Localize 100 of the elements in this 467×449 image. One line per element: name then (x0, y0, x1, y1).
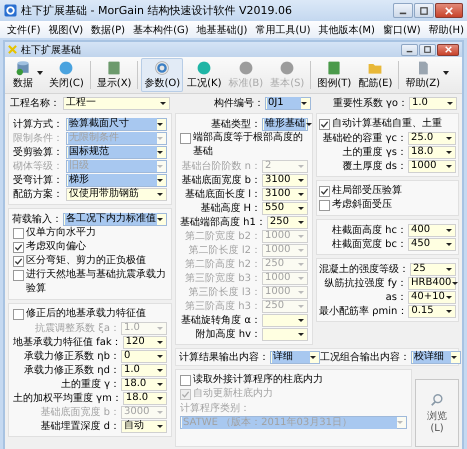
checkbox[interactable] (180, 133, 191, 144)
toolbar-button[interactable]: 图例(T) (314, 58, 354, 92)
checkbox[interactable] (319, 200, 330, 211)
close-button[interactable] (437, 44, 459, 56)
caret-icon (446, 296, 452, 298)
dropdown[interactable]: 120 (122, 336, 167, 348)
dropdown[interactable]: 1000 (408, 160, 456, 172)
dropdown[interactable]: 1.0 (409, 96, 457, 110)
caret-icon (157, 192, 163, 196)
app-icon (4, 4, 17, 17)
field-label: 第二阶长度 l2： (188, 244, 261, 257)
checkbox[interactable] (319, 119, 330, 130)
dot-icon (278, 60, 296, 76)
checkbox[interactable] (13, 228, 24, 239)
dropdown[interactable]: 450 (408, 238, 456, 250)
dropdown[interactable]: 1.0 (121, 364, 167, 376)
menu-item[interactable]: 文件(F) (3, 22, 45, 36)
menu-item[interactable]: 常用工具(U) (251, 22, 315, 36)
dropdown[interactable]: 550 (262, 202, 308, 214)
dropdown[interactable]: 25 (410, 262, 456, 276)
caret-icon (397, 421, 403, 424)
field-label: 受剪验算： (13, 146, 64, 159)
checkbox[interactable] (180, 375, 191, 386)
dropdown[interactable]: 3100 (262, 188, 308, 200)
close-button[interactable] (435, 3, 463, 18)
checkbox[interactable] (13, 309, 24, 320)
child-window-title: 柱下扩展基础 (21, 44, 82, 56)
dropdown[interactable]: 各工况下内力标准值 (63, 212, 167, 226)
dropdown[interactable]: 自动 (121, 420, 167, 432)
caret-icon (447, 102, 453, 104)
field-label: 纵筋抗拉强度 fy： (324, 276, 407, 290)
dropdown[interactable]: 40+10 (408, 290, 456, 304)
minimize-button[interactable] (393, 3, 413, 18)
dropdown[interactable]: 18.0 (121, 378, 167, 390)
caret-icon (157, 164, 163, 168)
caret-icon (157, 382, 163, 386)
dropdown[interactable]: 400 (408, 224, 456, 236)
dropdown[interactable]: 250 (266, 216, 308, 228)
caret-icon (298, 304, 304, 308)
menu-item[interactable]: 窗口(W) (378, 22, 425, 36)
caret-icon (306, 122, 312, 126)
dropdown[interactable]: 工程一 (63, 96, 170, 110)
search-icon (430, 392, 444, 406)
toolbar-button[interactable]: 关闭(C) (46, 58, 87, 92)
caret-icon (298, 234, 304, 238)
checkbox[interactable] (13, 270, 24, 281)
field-label: 最小配筋率 ρmin： (319, 304, 408, 318)
menu-item[interactable]: 基本构件(G) (129, 22, 193, 36)
caret-icon (298, 206, 304, 210)
menu-item[interactable]: 视图(V) (44, 22, 88, 36)
field-label: 第二阶宽度 b2： (185, 230, 261, 243)
toolbar-button[interactable]: 工况(K) (184, 58, 225, 92)
maximize-icon (424, 46, 431, 53)
field-label: 基础类型： (211, 118, 261, 131)
dropdown[interactable]: 详细 (270, 350, 320, 364)
dropdown[interactable]: 验算截面尺寸 (66, 118, 167, 130)
checkbox-label: 自动更新柱底内力 (193, 387, 273, 401)
field-label: 基础高度 H： (200, 202, 261, 215)
dropdown[interactable]: HRB400 (408, 276, 456, 290)
caret-icon (298, 178, 304, 182)
menu-item[interactable]: 地基基础(J) (192, 22, 252, 36)
caret-icon (157, 354, 163, 358)
minimize-button[interactable] (401, 44, 418, 56)
menu-item[interactable]: 其他版本(M) (314, 22, 379, 36)
dropdown[interactable]: 0.15 (408, 304, 456, 318)
caret-icon (298, 276, 304, 280)
caret-icon (443, 71, 450, 75)
browse-button[interactable]: 浏览(L) (415, 379, 459, 447)
caret-icon (157, 424, 163, 428)
field-label: 限制条件： (13, 132, 64, 145)
toolbar-button[interactable]: 显示(X) (94, 58, 134, 92)
checkbox[interactable] (13, 242, 24, 253)
dropdown[interactable]: 仅使用带肋钢筋 (66, 188, 167, 200)
dropdown[interactable]: 国标规范 (66, 146, 167, 158)
dropdown[interactable]: 3100 (262, 174, 308, 186)
checkbox[interactable] (13, 256, 24, 267)
dropdown[interactable]: 25.0 (408, 132, 456, 144)
toolbar-button[interactable]: 数据 (9, 58, 45, 92)
maximize-button[interactable] (419, 44, 436, 56)
dropdown[interactable]: 0 (121, 350, 167, 362)
field-label: 第三阶宽度 b3： (185, 272, 261, 285)
field-label: as： (386, 291, 407, 304)
dropdown[interactable]: 校详细 (411, 350, 461, 364)
menu-item[interactable]: 数据(P) (87, 22, 130, 36)
toolbar-button[interactable]: 参数(O) (141, 58, 184, 92)
checkbox[interactable] (319, 186, 330, 197)
field-label: 工程名称： (10, 97, 61, 110)
dot-icon (236, 60, 255, 76)
checkbox-label: 进行天然地基与基础抗震承载力验算 (26, 268, 167, 296)
toolbar-button[interactable]: 帮助(Z) (402, 58, 452, 92)
dropdown[interactable]: 18.0 (408, 146, 456, 158)
caret-icon (157, 122, 163, 126)
dropdown[interactable]: 0J1 (265, 96, 311, 110)
toolbar-button[interactable]: 配筋(E) (355, 58, 396, 92)
menu-item[interactable]: 帮助(H) (424, 22, 467, 36)
caret-icon (446, 242, 452, 246)
dropdown[interactable]: 18.0 (122, 392, 167, 404)
app-icon (8, 45, 17, 54)
maximize-button[interactable] (414, 3, 434, 18)
dropdown[interactable]: 梯形 (66, 174, 167, 186)
